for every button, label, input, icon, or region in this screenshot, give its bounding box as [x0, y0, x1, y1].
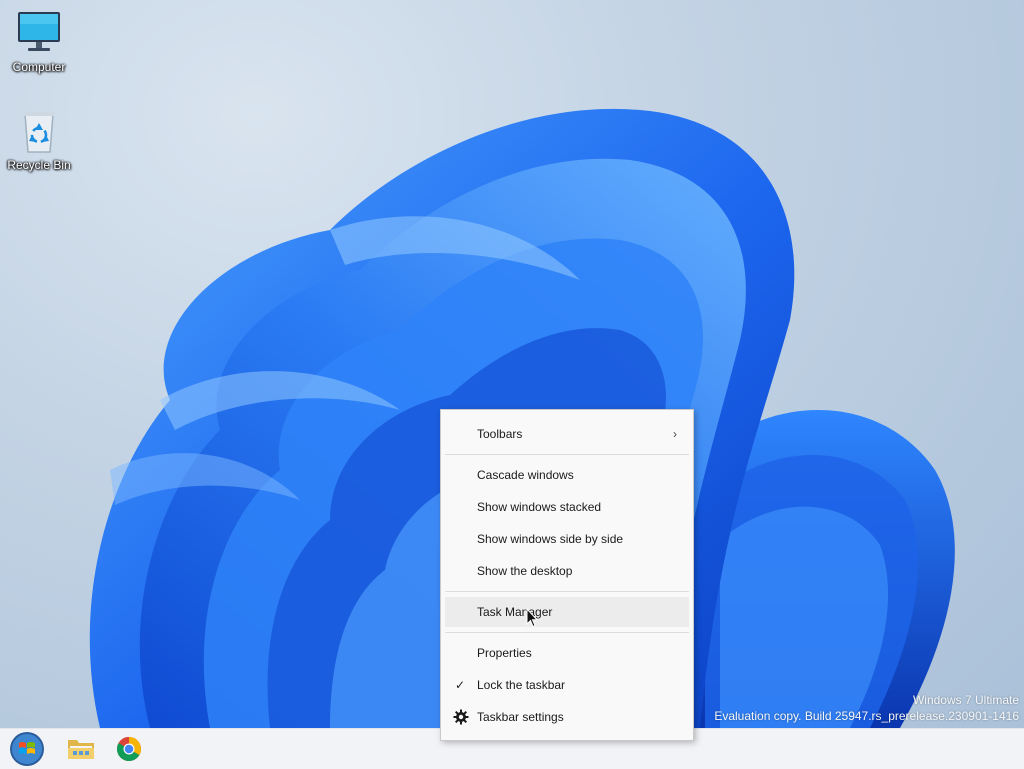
menu-item-toolbars[interactable]: Toolbars ›: [445, 419, 689, 449]
folder-icon: [68, 740, 94, 759]
chevron-right-icon: ›: [673, 427, 677, 441]
gear-icon: [453, 709, 469, 728]
watermark-edition: Windows 7 Ultimate: [912, 693, 1019, 707]
chrome-button[interactable]: [110, 731, 148, 767]
menu-item-show-windows-side-by-side[interactable]: Show windows side by side: [445, 524, 689, 554]
menu-item-properties[interactable]: Properties: [445, 638, 689, 668]
desktop-icon-label: Computer: [12, 60, 66, 74]
watermark-build: Evaluation copy. Build 25947.rs_prerelea…: [714, 709, 1019, 723]
windows-orb-icon: [10, 732, 44, 766]
menu-item-label: Toolbars: [477, 427, 523, 441]
menu-item-task-manager[interactable]: Task Manager: [445, 597, 689, 627]
file-explorer-button[interactable]: [62, 731, 100, 767]
menu-item-label: Show windows stacked: [477, 500, 602, 514]
menu-separator: [445, 591, 689, 592]
menu-item-label: Taskbar settings: [477, 710, 564, 724]
menu-separator: [445, 454, 689, 455]
menu-item-label: Properties: [477, 646, 532, 660]
start-button[interactable]: [8, 731, 46, 767]
mouse-cursor-icon: [526, 608, 538, 628]
menu-separator: [445, 632, 689, 633]
desktop-icon-label: Recycle Bin: [7, 158, 71, 172]
evaluation-watermark: Windows 7 Ultimate Evaluation copy. Buil…: [714, 692, 1019, 724]
desktop-icon-computer[interactable]: Computer: [0, 10, 78, 74]
menu-item-show-the-desktop[interactable]: Show the desktop: [445, 556, 689, 586]
menu-item-cascade-windows[interactable]: Cascade windows: [445, 460, 689, 490]
menu-item-taskbar-settings[interactable]: Taskbar settings: [445, 702, 689, 732]
recycle-bin-icon: [15, 108, 63, 156]
taskbar-context-menu: Toolbars › Cascade windows Show windows …: [440, 409, 694, 741]
menu-item-label: Lock the taskbar: [477, 678, 566, 692]
chrome-icon: [116, 737, 141, 762]
desktop-icon-recycle-bin[interactable]: Recycle Bin: [0, 108, 78, 172]
menu-item-lock-the-taskbar[interactable]: ✓ Lock the taskbar: [445, 670, 689, 700]
menu-item-label: Show the desktop: [477, 564, 573, 578]
menu-item-label: Show windows side by side: [477, 532, 624, 546]
menu-item-label: Task Manager: [477, 605, 553, 619]
computer-icon: [15, 10, 63, 58]
menu-item-label: Cascade windows: [477, 468, 574, 482]
checkmark-icon: ✓: [455, 678, 466, 692]
menu-item-show-windows-stacked[interactable]: Show windows stacked: [445, 492, 689, 522]
